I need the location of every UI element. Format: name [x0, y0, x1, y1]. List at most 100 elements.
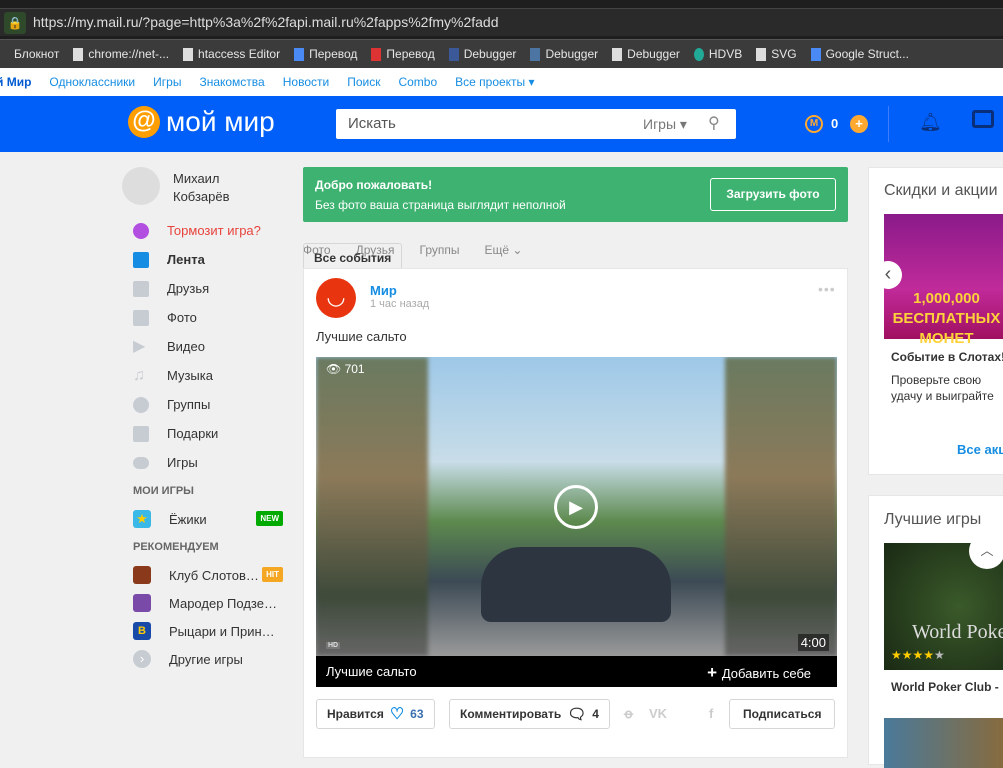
sidebar-item-games[interactable]: Игры [133, 448, 293, 477]
game-item[interactable]: Мародер Подзе… [133, 589, 293, 617]
at-logo-icon: @ [128, 106, 160, 138]
game-banner-2[interactable] [884, 718, 1003, 768]
sidebar-item-lag[interactable]: Тормозит игра? [133, 216, 293, 245]
ok-share-icon[interactable]: ꝋ [624, 706, 633, 722]
comment-label: Комментировать [460, 707, 562, 721]
nav-moi-mir[interactable]: й Мир [0, 75, 31, 89]
sidebar-item-label: Музыка [167, 368, 213, 383]
nav-dating[interactable]: Знакомства [199, 75, 264, 89]
subscribe-button[interactable]: Подписаться [729, 699, 836, 729]
comment-button[interactable]: Комментировать 🗨︎ 4 [449, 699, 610, 729]
user-name[interactable]: Михаил Кобзарёв [173, 170, 253, 206]
game-item[interactable]: Клуб Слотов… HIT [133, 561, 283, 589]
nav-search[interactable]: Поиск [347, 75, 380, 89]
facebook-icon [448, 47, 459, 61]
bookmark[interactable]: HDVB [693, 47, 742, 61]
video-blur-left [316, 357, 428, 656]
feed-tabs: Все события Фото Друзья Группы Ещё ⌄ [303, 243, 522, 273]
add-coins-button[interactable]: + [850, 115, 868, 133]
page-icon [183, 47, 194, 61]
sidebar-item-music[interactable]: ♫ Музыка [133, 361, 293, 390]
author-avatar[interactable]: ◡ [316, 278, 356, 318]
sidebar-item-friends[interactable]: Друзья [133, 274, 293, 303]
bookmark[interactable]: Перевод [294, 47, 357, 61]
add-to-mine-button[interactable]: + Добавить себе [707, 663, 811, 683]
upload-photo-button[interactable]: Загрузить фото [710, 178, 836, 211]
video-player[interactable]: 👁︎ 701 ▶ HD 4:00 Лучшие сальто + Добавит… [316, 357, 837, 687]
promo-title: Скидки и акции [884, 182, 998, 199]
logo[interactable]: @ мой мир [128, 106, 275, 138]
more-options-icon[interactable]: ••• [818, 281, 836, 297]
facebook-share-icon[interactable]: f [709, 706, 713, 721]
sidebar-item-photo[interactable]: Фото [133, 303, 293, 332]
bookmark[interactable]: Debugger [612, 47, 680, 61]
sidebar-menu: Тормозит игра? Лента Друзья Фото ▶ Видео … [133, 216, 293, 673]
hdvb-icon [693, 47, 704, 61]
all-promos-link[interactable]: Все акции [957, 442, 1003, 457]
hit-badge: HIT [262, 567, 283, 582]
sidebar-item-video[interactable]: ▶ Видео [133, 332, 293, 361]
bookmark[interactable]: chrome://net-... [73, 47, 169, 61]
sidebar-item-feed[interactable]: Лента [133, 245, 293, 274]
messages-icon[interactable] [972, 110, 994, 128]
game-name[interactable]: World Poker Club - [891, 680, 999, 694]
sidebar-item-label: Подарки [167, 426, 219, 441]
play-button[interactable]: ▶ [554, 485, 598, 529]
sidebar-item-label: Видео [167, 339, 205, 354]
video-title[interactable]: Лучшие сальто [326, 664, 417, 679]
other-games-link[interactable]: › Другие игры [133, 645, 293, 673]
bookmark[interactable]: SVG [756, 47, 797, 61]
shield-icon: B [133, 622, 151, 640]
promo-name[interactable]: Событие в Слотах! [891, 350, 1003, 364]
bookmark[interactable]: Debugger [448, 47, 516, 61]
vk-share-icon[interactable]: VK [649, 706, 667, 721]
nav-ok[interactable]: Одноклассники [49, 75, 135, 89]
carousel-prev-button[interactable]: ‹ [874, 261, 902, 289]
nav-news[interactable]: Новости [283, 75, 329, 89]
sidebar-item-label: Лента [167, 252, 205, 267]
search-input[interactable] [348, 115, 628, 132]
nav-games[interactable]: Игры [153, 75, 181, 89]
sidebar-item-groups[interactable]: Группы [133, 390, 293, 419]
search-icon[interactable]: ⚲ [708, 113, 720, 133]
bookmark[interactable]: Debugger [530, 47, 598, 61]
play-icon: ▶ [133, 337, 146, 355]
search-category-select[interactable]: Игры ▾ [643, 116, 687, 133]
welcome-title: Добро пожаловать! [315, 178, 433, 192]
address-bar: 🔒 https://my.mail.ru/?page=http%3a%2f%2f… [0, 0, 1003, 40]
bookmark[interactable]: Перевод [371, 47, 435, 61]
game-label: Мародер Подзе… [169, 595, 277, 611]
post-time[interactable]: 1 час назад [370, 298, 429, 310]
nav-combo[interactable]: Combo [398, 75, 437, 89]
bookmark[interactable]: htaccess Editor [183, 47, 280, 61]
sidebar-item-gifts[interactable]: Подарки [133, 419, 293, 448]
star-icon: ★ [133, 510, 151, 528]
url-field[interactable]: https://my.mail.ru/?page=http%3a%2f%2fap… [33, 14, 499, 30]
nav-all-projects[interactable]: Все проекты ▾ [455, 75, 534, 89]
sidebar-item-label: Друзья [167, 281, 210, 296]
avatar[interactable] [122, 167, 160, 205]
bookmark[interactable]: Google Struct... [810, 47, 909, 61]
game-label: Ёжики [169, 511, 207, 527]
scroll-up-button[interactable]: ︿ [969, 533, 1003, 569]
page-icon [756, 47, 767, 61]
author-name[interactable]: Мир [370, 283, 397, 298]
tab-groups[interactable]: Группы [420, 243, 460, 257]
translate-icon [294, 47, 305, 61]
game-label: Рыцари и Прин… [169, 623, 275, 639]
search-box: Игры ▾ ⚲ [336, 109, 736, 139]
like-button[interactable]: Нравится ♡ 63 [316, 699, 435, 729]
tab-more[interactable]: Ещё ⌄ [484, 243, 522, 257]
video-caption-bar: Лучшие сальто + Добавить себе [316, 656, 837, 687]
gift-icon [133, 425, 149, 442]
sidebar-item-label: Игры [167, 455, 198, 470]
feed-post: ◡ Мир 1 час назад ••• Лучшие сальто 👁︎ 7… [303, 268, 848, 758]
eye-icon: 👁︎ [326, 362, 345, 376]
game-item[interactable]: ★ Ёжики NEW [133, 505, 283, 533]
game-item[interactable]: B Рыцари и Прин… [133, 617, 293, 645]
portal-nav: й Мир Одноклассники Игры Знакомства Ново… [0, 68, 1003, 96]
bell-icon[interactable]: 🔔︎ [919, 112, 942, 133]
bookmark[interactable]: Блокнот [14, 47, 59, 61]
page-icon [73, 47, 84, 61]
music-icon: ♫ [133, 366, 145, 384]
